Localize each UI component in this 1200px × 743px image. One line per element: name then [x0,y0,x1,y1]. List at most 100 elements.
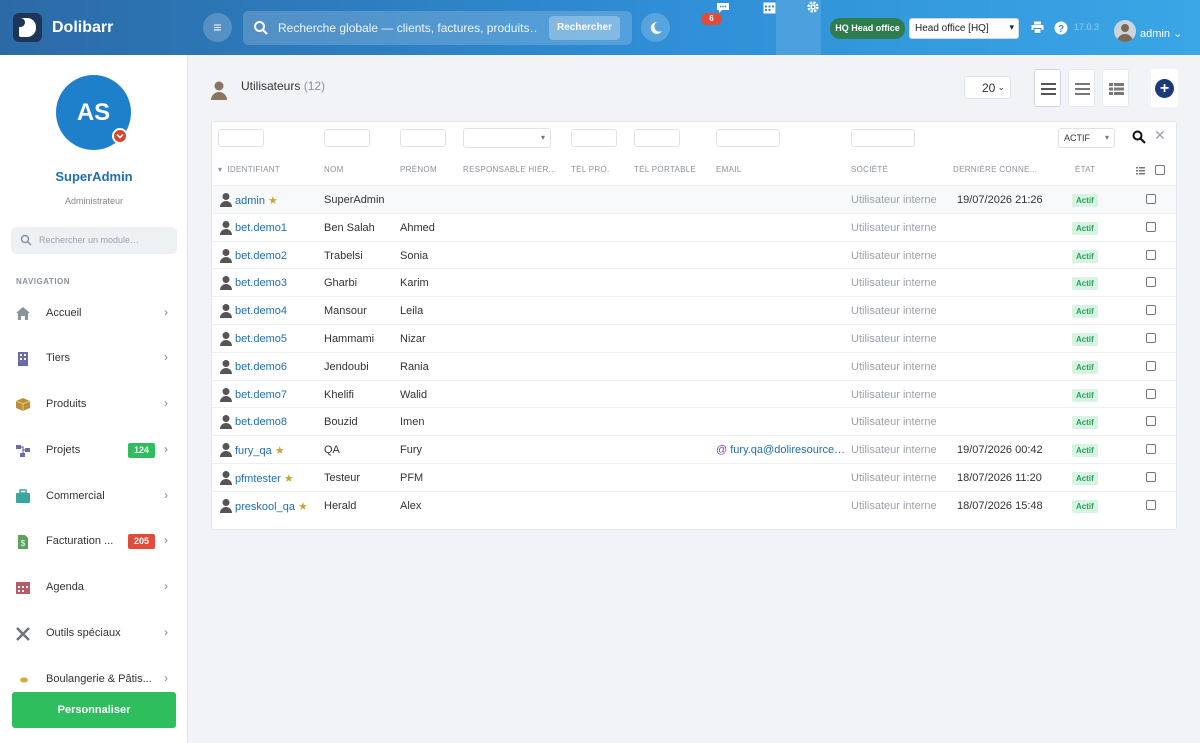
menu-toggle-button[interactable]: ≡ [203,13,232,42]
user-login-link[interactable]: pfmtester ★ [235,472,294,485]
user-login-link[interactable]: bet.demo2 [235,250,287,262]
list-view-button[interactable] [1034,69,1061,107]
help-icon[interactable]: ? [1054,20,1070,36]
personalize-button[interactable]: Personnaliser [12,692,176,728]
calendar-icon[interactable] [763,1,776,14]
col-etat[interactable]: ÉTAT [1075,165,1095,174]
sidebar-item-tiers[interactable]: Tiers › [0,340,188,376]
user-login-link[interactable]: bet.demo6 [235,361,287,373]
search-button[interactable]: Rechercher [549,16,620,40]
avatar-menu-badge[interactable] [112,128,128,144]
version-label: 17.0.3 [1074,22,1100,32]
user-login-link[interactable]: bet.demo3 [235,277,287,289]
row-checkbox[interactable] [1146,277,1156,288]
filter-prenom[interactable] [400,129,446,147]
row-checkbox[interactable] [1146,360,1156,371]
user-login-link[interactable]: bet.demo1 [235,222,287,234]
entity-badge[interactable]: HQ Head office [830,18,905,39]
row-checkbox[interactable] [1146,472,1156,482]
user-login-link[interactable]: bet.demo4 [235,305,287,317]
user-lastname: Khelifi [324,388,354,401]
row-checkbox[interactable] [1146,194,1156,204]
sidebar-item-projets[interactable]: Projets 124 › [0,432,188,468]
user-email-link[interactable]: @ fury.qa@doliresource… [716,444,845,456]
brand-name[interactable]: Dolibarr [52,19,113,37]
briefcase-icon [16,489,30,503]
sidebar-item-commercial[interactable]: Commercial › [0,478,188,514]
count-badge: 205 [128,534,156,549]
col-responsable[interactable]: RESPONSABLE HIÉR... [463,165,556,174]
print-icon[interactable] [1031,21,1044,34]
user-firstname: Karim [400,277,429,290]
entity-select[interactable]: Head office [HQ] ▾ [909,18,1019,39]
user-icon [220,387,232,402]
row-checkbox[interactable] [1146,416,1156,427]
row-checkbox[interactable] [1146,499,1156,510]
col-societe[interactable]: SOCIÉTÉ [851,165,888,174]
status-badge: Actif [1072,221,1098,235]
top-bar: Dolibarr ≡ Rechercher 6 HQ Head office H… [0,0,1200,55]
page-size-select[interactable]: 20 ⌄ [964,76,1011,99]
gear-icon[interactable] [806,0,820,14]
filter-societe[interactable] [851,129,915,147]
chat-icon[interactable] [716,2,730,14]
col-prenom[interactable]: PRÉNOM [400,165,437,174]
select-all-checkbox[interactable] [1155,165,1165,175]
search-icon[interactable] [1132,130,1146,144]
col-tel-portable[interactable]: TÉL PORTABLE [634,165,696,174]
global-search-input[interactable] [278,18,538,38]
user-login-link[interactable]: bet.demo7 [235,389,287,401]
sidebar-item-outils[interactable]: Outils spéciaux › [0,615,188,651]
grid-view-button[interactable] [1102,69,1129,107]
building-icon [18,352,28,366]
row-checkbox[interactable] [1146,305,1156,316]
filter-status[interactable]: ACTIF ▾ [1058,128,1115,148]
col-derniere-connexion[interactable]: DERNIÈRE CONNE... [953,165,1037,174]
box-icon [15,398,31,411]
entity-badge-prefix: HQ [835,23,849,33]
dolibarr-logo[interactable] [13,13,42,42]
user-login-link[interactable]: preskool_qa ★ [235,500,308,513]
sidebar-item-accueil[interactable]: Accueil › [0,295,188,331]
module-search-input[interactable] [39,232,169,248]
sidebar-item-label: Projets [46,444,81,456]
user-last-login: 18/07/2026 11:20 [957,472,1042,484]
chevron-down-icon: ▾ [1009,22,1014,32]
filter-email[interactable] [716,129,780,147]
filter-tel-pro[interactable] [571,129,617,147]
user-company: Utilisateur interne [851,333,937,345]
compact-list-view-button[interactable] [1068,69,1095,107]
close-icon[interactable]: ✕ [1154,127,1166,144]
col-email[interactable]: EMAIL [716,165,742,174]
filter-responsable[interactable]: ▾ [463,128,551,148]
notification-badge[interactable]: 6 [701,13,722,25]
row-checkbox[interactable] [1146,444,1156,455]
filter-tel-portable[interactable] [634,129,680,147]
filter-identifiant[interactable] [218,129,264,147]
user-login-link[interactable]: admin ★ [235,194,278,207]
col-tel-pro[interactable]: TÉL PRO. [571,165,610,174]
filter-nom[interactable] [324,129,370,147]
user-login-link[interactable]: bet.demo5 [235,333,287,345]
table-row: bet.demo7 Khelifi Walid Utilisateur interne… [212,379,1176,408]
table-row: preskool_qa ★ Herald Alex Utilisateur inter… [212,490,1176,519]
user-menu[interactable]: admin ⌄ [1140,27,1182,40]
col-identifiant[interactable]: ▾ IDENTIFIANT [218,165,280,174]
user-login-link[interactable]: fury_qa ★ [235,444,285,457]
sidebar-item-agenda[interactable]: Agenda › [0,569,188,605]
row-checkbox[interactable] [1146,221,1156,232]
profile-name[interactable]: SuperAdmin [0,169,188,184]
col-nom[interactable]: NOM [324,165,344,174]
sidebar-item-facturation[interactable]: $ Facturation ... 205 › [0,523,188,559]
dark-mode-toggle[interactable] [641,13,670,42]
sidebar-item-produits[interactable]: Produits › [0,386,188,422]
user-login-link[interactable]: bet.demo8 [235,416,287,428]
row-checkbox[interactable] [1146,249,1156,260]
row-checkbox[interactable] [1146,388,1156,399]
user-avatar[interactable] [1114,20,1136,42]
user-icon [220,248,232,263]
add-user-button[interactable]: + [1151,69,1178,107]
column-selector-icon[interactable] [1136,167,1145,175]
row-checkbox[interactable] [1146,333,1156,343]
chevron-right-icon: › [164,396,168,410]
